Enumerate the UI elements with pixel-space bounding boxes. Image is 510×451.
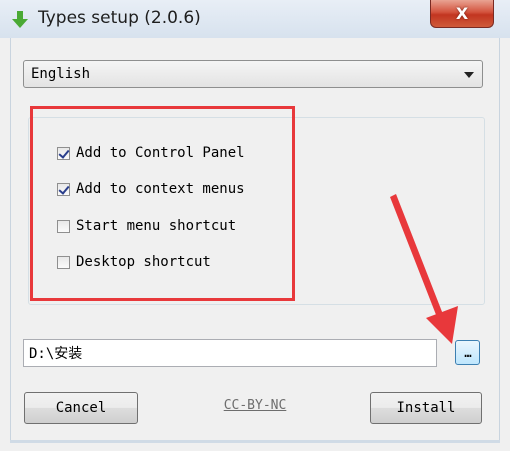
setup-window: Types setup (2.0.6) X English Add to Con… [0,0,510,451]
window-bottom-edge [10,440,500,443]
cancel-button[interactable]: Cancel [24,392,138,424]
license-link[interactable]: CC-BY-NC [210,398,300,413]
annotation-arrow [390,194,458,344]
install-button[interactable]: Install [370,392,482,424]
